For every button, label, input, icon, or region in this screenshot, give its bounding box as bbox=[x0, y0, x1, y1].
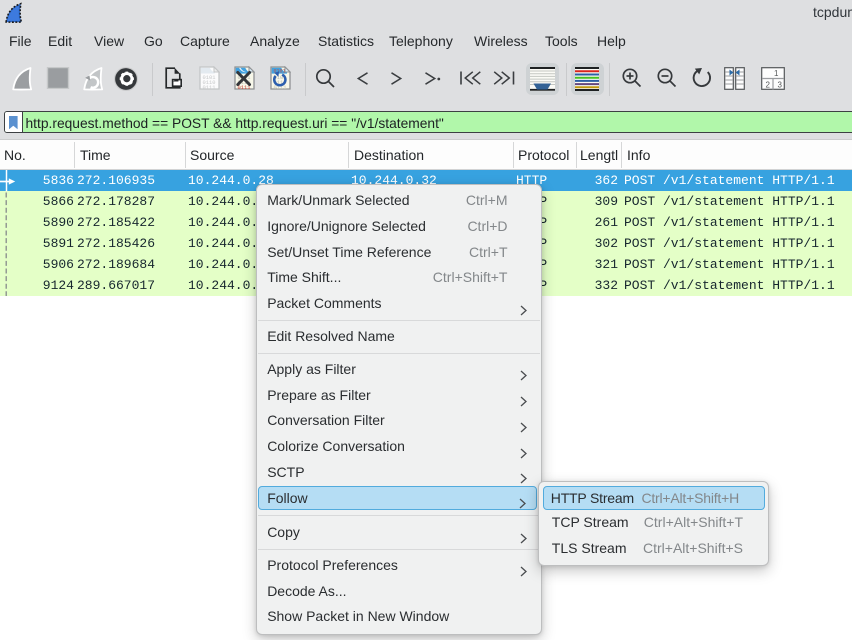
svg-text:2: 2 bbox=[766, 81, 771, 90]
svg-text:0111: 0111 bbox=[238, 85, 251, 90]
svg-text:1: 1 bbox=[774, 69, 779, 78]
svg-text:0111: 0111 bbox=[203, 85, 216, 90]
svg-text:3: 3 bbox=[778, 81, 783, 90]
